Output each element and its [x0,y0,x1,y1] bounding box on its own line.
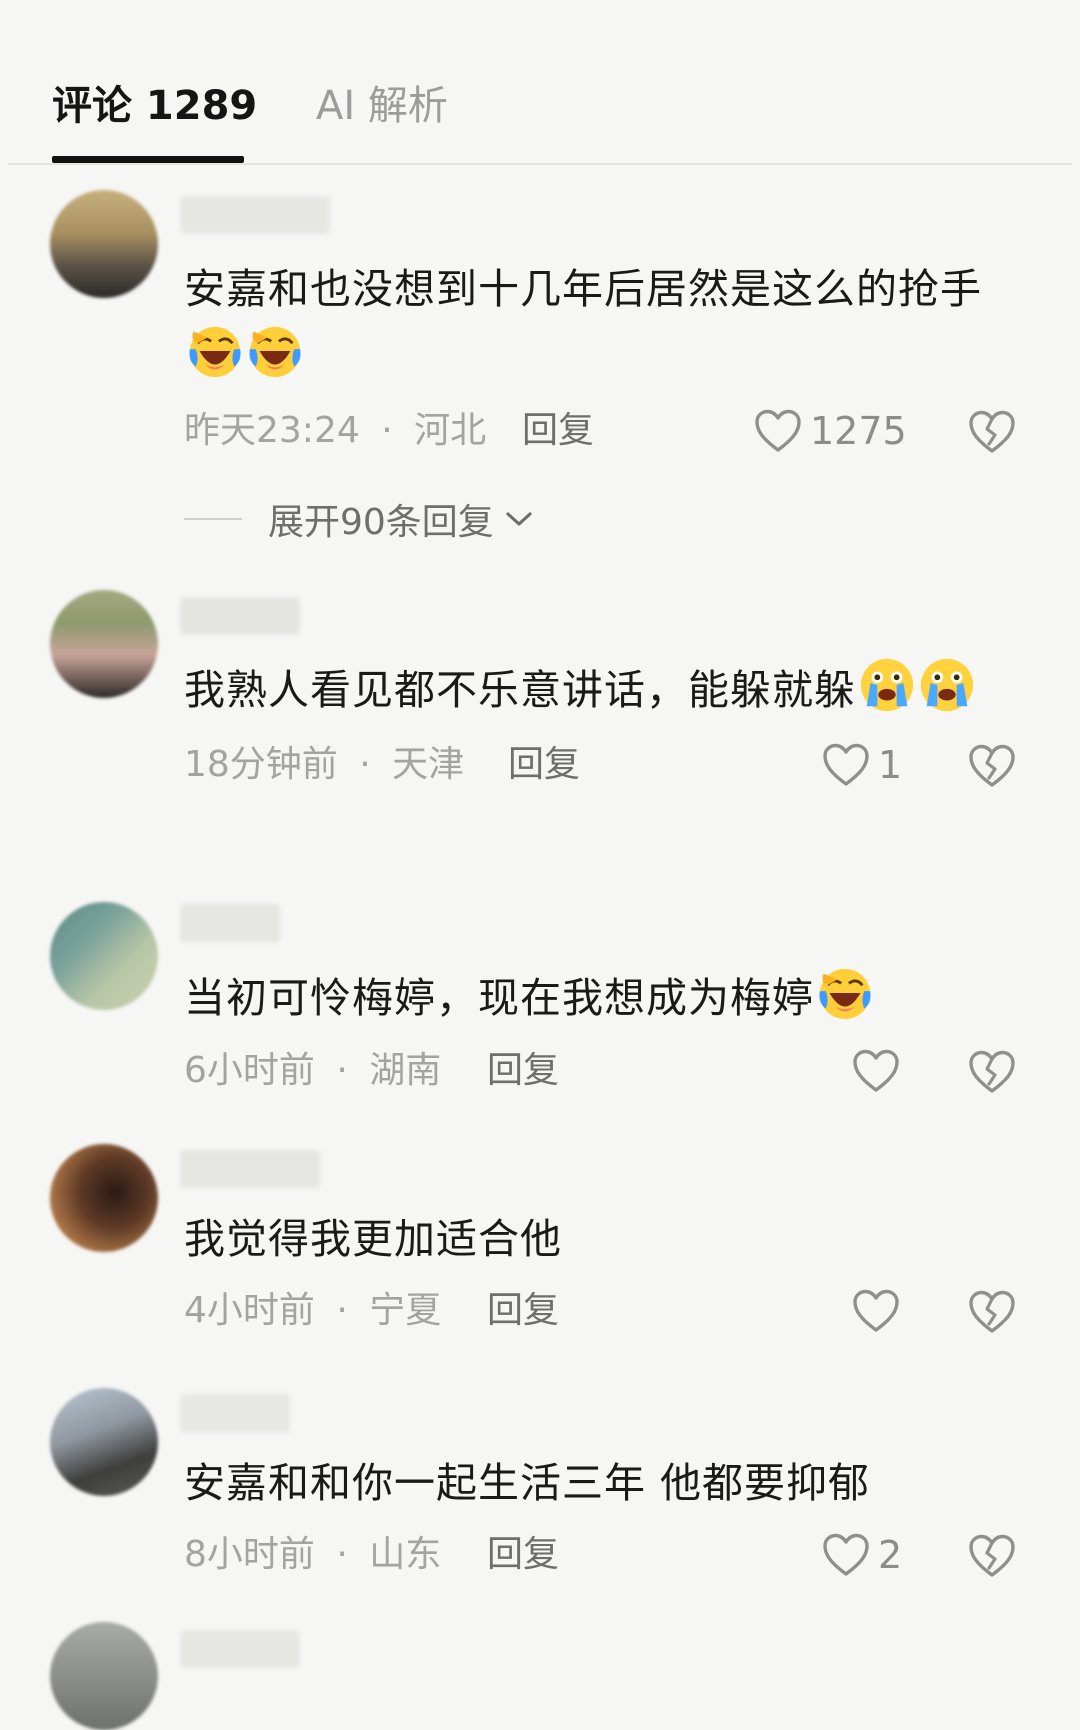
tab-comments[interactable]: 评论 1289 [52,78,257,134]
heart-icon [852,1289,900,1333]
comment-time: 4小时前 [184,1290,315,1331]
username[interactable] [180,1150,320,1188]
like-button[interactable]: 2 [822,1527,902,1583]
broken-heart-icon[interactable] [968,1534,1016,1578]
avatar[interactable] [50,1144,158,1252]
avatar[interactable] [50,902,158,1010]
comment-text: 我觉得我更加适合他 [184,1215,562,1263]
expand-replies-button[interactable]: 展开90条回复 [184,494,534,544]
avatar[interactable] [50,1622,158,1730]
avatar[interactable] [50,1388,158,1496]
comment-text: 当初可怜梅婷，现在我想成为梅婷 [184,964,1024,1031]
username[interactable] [180,1394,290,1432]
broken-heart-icon[interactable] [968,1290,1016,1334]
crying-laughing-emoji-icon [816,964,874,1022]
like-button[interactable]: 1 [822,737,902,793]
comment-meta: 18分钟前 · 天津 [184,740,464,790]
like-button[interactable]: 1275 [754,403,907,459]
crying-laughing-emoji-icon [186,322,244,380]
sobbing-emoji-icon [858,656,916,714]
broken-heart-icon[interactable] [968,1050,1016,1094]
expand-replies-label: 展开90条回复 [268,502,494,543]
meta-separator: · [336,1050,348,1091]
comment-location: 宁夏 [369,1290,442,1331]
meta-separator: · [336,1290,348,1331]
heart-icon [822,1533,870,1577]
comment-time: 8小时前 [184,1534,315,1575]
comment-time: 6小时前 [184,1050,315,1091]
tab-divider [8,163,1072,165]
meta-separator: · [381,410,393,451]
comment-location: 山东 [369,1534,442,1575]
username[interactable] [180,1630,300,1668]
tab-ai-analysis[interactable]: AI 解析 [316,78,448,134]
comment-meta: 昨天23:24 · 河北 [184,406,486,456]
active-tab-indicator [52,156,244,163]
crying-laughing-emoji-icon [246,322,304,380]
comment-tabs: 评论 1289 AI 解析 [0,0,1080,166]
like-count: 2 [878,1533,903,1577]
meta-separator: · [359,744,371,785]
heart-icon [754,409,802,453]
reply-button[interactable]: 回复 [508,740,580,790]
comment-location: 天津 [392,744,465,785]
avatar[interactable] [50,590,158,698]
reply-button[interactable]: 回复 [522,406,594,456]
username[interactable] [180,597,300,635]
username[interactable] [180,196,330,234]
chevron-down-icon [506,512,532,526]
reply-button[interactable]: 回复 [487,1530,559,1580]
like-button[interactable] [852,1043,900,1099]
username[interactable] [180,904,280,942]
sobbing-emoji-icon [918,656,976,714]
like-count: 1 [878,743,903,787]
broken-heart-icon[interactable] [968,744,1016,788]
comment-text: 我熟人看见都不乐意讲话，能躲就躲 [184,656,1024,723]
expand-divider [184,518,242,520]
reply-button[interactable]: 回复 [487,1286,559,1336]
avatar[interactable] [50,190,158,298]
heart-icon [852,1049,900,1093]
comment-meta: 4小时前 · 宁夏 [184,1286,441,1336]
comment-location: 河北 [414,410,487,451]
comment-text: 安嘉和和你一起生活三年 他都要抑郁 [184,1459,871,1507]
heart-icon [822,743,870,787]
reply-button[interactable]: 回复 [487,1046,559,1096]
comment-meta: 6小时前 · 湖南 [184,1046,441,1096]
like-button[interactable] [852,1283,900,1339]
comment-meta: 8小时前 · 山东 [184,1530,441,1580]
comment-time: 昨天23:24 [184,410,360,451]
meta-separator: · [336,1534,348,1575]
like-count: 1275 [810,409,907,453]
comment-time: 18分钟前 [184,744,338,785]
comment-location: 湖南 [369,1050,442,1091]
broken-heart-icon[interactable] [968,410,1016,454]
comment-text: 安嘉和也没想到十几年后居然是这么的抢手 [184,256,1024,389]
